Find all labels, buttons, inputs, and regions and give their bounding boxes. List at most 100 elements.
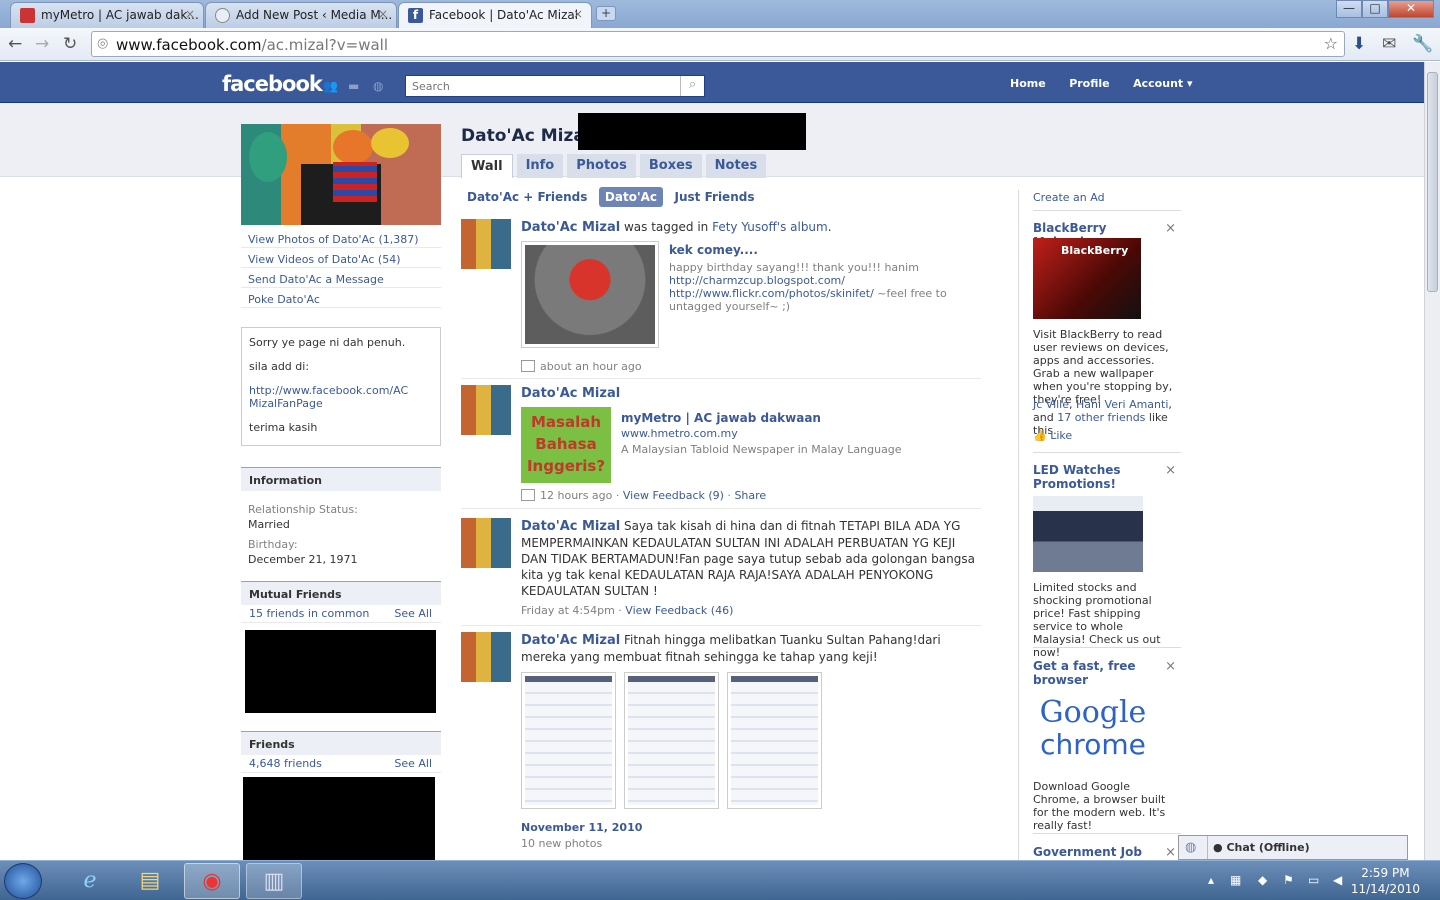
messages-icon[interactable]: ▬ — [348, 79, 362, 93]
chat-bar[interactable]: ◍ ● Chat (Offline) — [1178, 835, 1408, 860]
chat-globe-icon[interactable]: ◍ — [1185, 840, 1196, 855]
mutual-see-all-link[interactable]: See All — [394, 607, 432, 620]
chat-status[interactable]: ● Chat (Offline) — [1207, 836, 1310, 859]
attachment-title-link[interactable]: kek comey.... — [669, 244, 974, 257]
view-photos-link[interactable]: View Photos of Dato'Ac (1,387) — [248, 233, 419, 246]
fan-page-link[interactable]: http://www.facebook.com/AC MizalFanPage — [249, 384, 408, 410]
tray-network-icon[interactable]: ◆ — [1258, 873, 1267, 887]
ad-title-link[interactable]: Government Job — [1033, 845, 1163, 859]
system-clock[interactable]: 2:59 PM 11/14/2010 — [1351, 865, 1420, 897]
story-actor-link[interactable]: Dato'Ac Mizal — [521, 220, 620, 235]
close-window-button[interactable]: ✕ — [1388, 0, 1434, 18]
poke-link[interactable]: Poke Dato'Ac — [248, 293, 320, 306]
liker-link[interactable]: Jc Ville — [1033, 398, 1069, 411]
wrench-menu-icon[interactable]: 🔧 — [1412, 34, 1433, 54]
story-actor-link[interactable]: Dato'Ac Mizal — [521, 633, 620, 648]
internet-explorer-icon[interactable]: ℯ — [62, 863, 118, 899]
friend-requests-icon[interactable]: 👥 — [323, 79, 338, 93]
browser-tab-facebook[interactable]: f Facebook | Dato'Ac Mizal × — [398, 2, 592, 28]
search-icon[interactable]: ⌕ — [680, 76, 704, 96]
folder-icon[interactable]: ▤ — [122, 863, 178, 899]
avatar[interactable] — [461, 385, 511, 435]
send-message-link[interactable]: Send Dato'Ac a Message — [248, 273, 384, 286]
tab-notes[interactable]: Notes — [705, 154, 767, 178]
screenshot-photo[interactable] — [727, 672, 822, 809]
view-feedback-link[interactable]: View Feedback (46) — [625, 604, 733, 617]
close-tab-icon[interactable]: × — [378, 7, 388, 21]
back-arrow-icon[interactable]: ← — [8, 34, 22, 54]
maximize-window-button[interactable]: □ — [1362, 0, 1388, 18]
google-chrome-ad-image[interactable]: Google chrome — [1033, 696, 1153, 766]
story-actor-link[interactable]: Dato'Ac Mizal — [521, 386, 620, 401]
download-icon[interactable]: ⬇ — [1352, 34, 1366, 54]
hmetro-url-link[interactable]: www.hmetro.com.my — [621, 426, 971, 442]
notifications-globe-icon[interactable]: ◍ — [373, 79, 387, 93]
address-bar[interactable]: ◎ www.facebook.com/ac.mizal?v=wall ☆ — [91, 31, 1345, 57]
filter-all[interactable]: Dato'Ac + Friends — [461, 187, 593, 207]
filter-owner[interactable]: Dato'Ac — [598, 187, 664, 207]
browser-tab-mymetro[interactable]: myMetro | AC jawab dak... × — [10, 2, 204, 28]
other-friends-link[interactable]: 17 other friends — [1057, 411, 1145, 424]
reload-icon[interactable]: ↻ — [63, 34, 77, 54]
album-link[interactable]: Fety Yusoff's album — [712, 220, 828, 234]
bookmark-star-icon[interactable]: ☆ — [1324, 34, 1338, 53]
mymetro-link[interactable]: myMetro | AC jawab dakwaan — [621, 410, 971, 426]
nav-profile[interactable]: Profile — [1069, 77, 1109, 90]
charmzcup-link[interactable]: http://charmzcup.blogspot.com/ — [669, 274, 974, 287]
cupcake-photo[interactable] — [521, 241, 659, 348]
close-tab-icon[interactable]: × — [573, 7, 583, 21]
ad-title-link[interactable]: LED Watches Promotions! — [1033, 463, 1153, 491]
led-watch-ad-image[interactable] — [1033, 496, 1143, 572]
nav-account[interactable]: Account ▾ — [1133, 77, 1192, 90]
scrollbar-thumb[interactable] — [1427, 72, 1438, 292]
screenshot-photo[interactable] — [624, 672, 719, 809]
screenshot-photo[interactable] — [521, 672, 616, 809]
avatar[interactable] — [461, 632, 511, 682]
close-ad-icon[interactable]: × — [1165, 463, 1176, 478]
mutual-friends-count-link[interactable]: 15 friends in common — [249, 607, 369, 620]
page-scrollbar[interactable] — [1424, 62, 1440, 860]
search-input[interactable] — [406, 76, 676, 96]
tab-info[interactable]: Info — [516, 154, 564, 178]
like-ad-button[interactable]: 👍 Like — [1033, 429, 1072, 442]
tab-photos[interactable]: Photos — [567, 154, 636, 178]
forward-arrow-icon[interactable]: → — [35, 34, 49, 54]
profile-picture[interactable] — [241, 124, 441, 225]
close-tab-icon[interactable]: × — [185, 7, 195, 21]
share-link[interactable]: Share — [734, 489, 766, 502]
close-ad-icon[interactable]: × — [1165, 659, 1176, 674]
gmail-extension-icon[interactable]: ✉ — [1382, 34, 1396, 54]
view-videos-link[interactable]: View Videos of Dato'Ac (54) — [248, 253, 400, 266]
close-ad-icon[interactable]: × — [1165, 221, 1176, 236]
network-icon[interactable]: ▭ — [1308, 873, 1319, 887]
avatar[interactable] — [461, 518, 511, 568]
flickr-link[interactable]: http://www.flickr.com/photos/skinifet/ — [669, 287, 874, 300]
book-app-icon[interactable]: ▥ — [246, 863, 302, 899]
new-tab-button[interactable]: + — [596, 6, 616, 21]
story-actor-link[interactable]: Dato'Ac Mizal — [521, 519, 620, 534]
avatar[interactable] — [461, 219, 511, 269]
friends-see-all-link[interactable]: See All — [394, 757, 432, 770]
friends-count-link[interactable]: 4,648 friends — [249, 757, 322, 770]
chrome-taskbar-icon[interactable]: ◉ — [184, 863, 240, 899]
close-ad-icon[interactable]: × — [1165, 845, 1176, 860]
show-hidden-icons-icon[interactable]: ▴ — [1208, 873, 1214, 887]
tray-app-icon[interactable]: ▦ — [1230, 873, 1241, 887]
browser-tab-addnewpost[interactable]: Add New Post ‹ Media M... × — [205, 2, 397, 28]
view-feedback-link[interactable]: View Feedback (9) — [623, 489, 724, 502]
filter-friends[interactable]: Just Friends — [669, 187, 761, 207]
start-button[interactable] — [4, 863, 42, 899]
tab-boxes[interactable]: Boxes — [639, 154, 702, 178]
create-ad-link[interactable]: Create an Ad — [1033, 191, 1105, 204]
url-text[interactable]: www.facebook.com/ac.mizal?v=wall — [116, 36, 388, 54]
liker-link[interactable]: Hani Veri Amanti — [1076, 398, 1168, 411]
masalah-thumbnail[interactable]: Masalah Bahasa Inggeris? — [521, 407, 611, 483]
ad-title-link[interactable]: Get a fast, free browser — [1033, 659, 1153, 687]
facebook-logo[interactable]: facebook — [222, 72, 323, 96]
tab-wall[interactable]: Wall — [461, 154, 513, 178]
action-center-flag-icon[interactable]: ⚑ — [1283, 873, 1294, 887]
minimize-window-button[interactable]: — — [1336, 0, 1362, 18]
blackberry-ad-image[interactable]: BlackBerry — [1033, 238, 1141, 319]
volume-icon[interactable]: ◀ — [1333, 873, 1342, 887]
nav-home[interactable]: Home — [1010, 77, 1046, 90]
